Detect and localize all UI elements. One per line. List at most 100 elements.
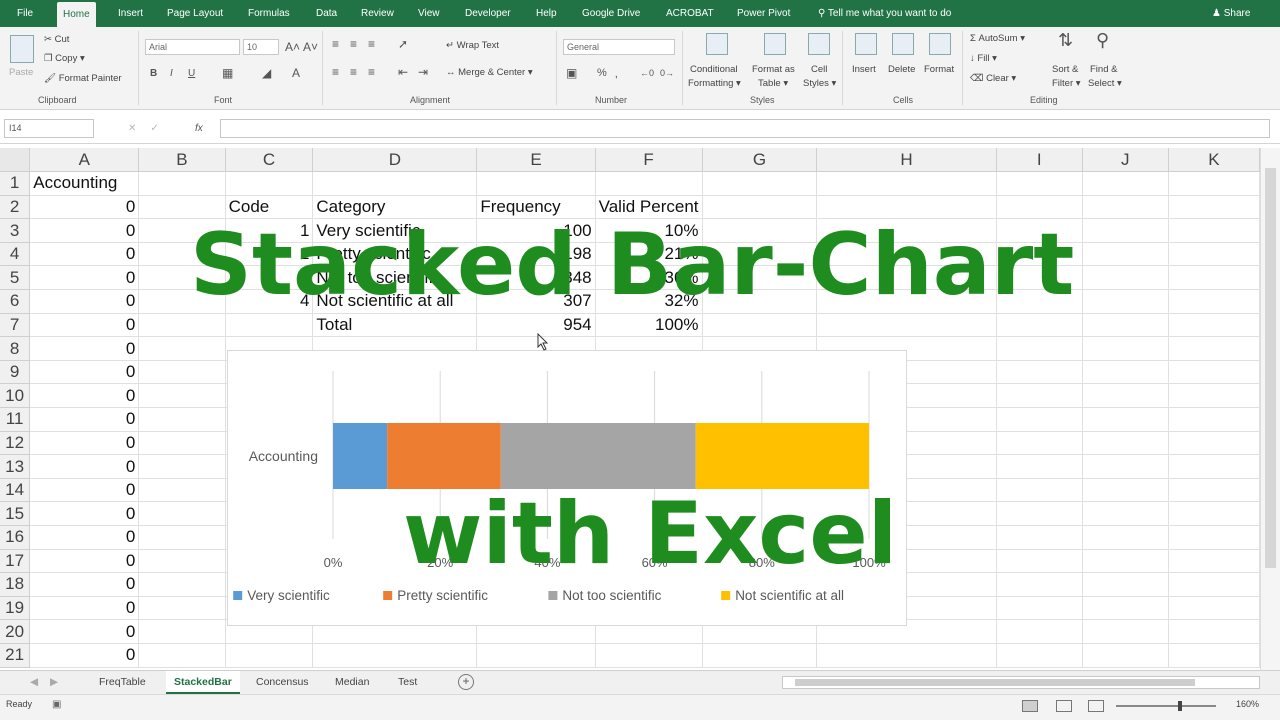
cell-h21[interactable] [816, 643, 997, 668]
row-header[interactable]: 13 [0, 454, 31, 479]
tab-formulas[interactable]: Formulas [248, 0, 290, 27]
cell-k13[interactable] [1168, 454, 1260, 479]
add-sheet-icon[interactable]: + [458, 674, 474, 690]
cell-a20[interactable]: 0 [29, 619, 140, 644]
sheet-tab-test[interactable]: Test [390, 671, 425, 694]
cell-k5[interactable] [1168, 265, 1260, 291]
cell-j11[interactable] [1082, 407, 1169, 432]
wrap-text-button[interactable]: ↵ Wrap Text [446, 40, 499, 51]
row-header[interactable]: 10 [0, 383, 31, 409]
format-painter-button[interactable]: 🖌 Format Painter [44, 73, 122, 84]
cell-k4[interactable] [1168, 242, 1260, 267]
grow-font-icon[interactable]: A˄ [285, 40, 300, 54]
cell-k1[interactable] [1168, 171, 1260, 196]
cell-e1[interactable] [476, 171, 596, 196]
cell-k17[interactable] [1168, 549, 1260, 574]
normal-view-icon[interactable] [1022, 700, 1038, 712]
cell-a5[interactable]: 0 [29, 265, 140, 291]
row-header[interactable]: 19 [0, 596, 31, 621]
cell-a19[interactable]: 0 [29, 596, 140, 621]
tab-insert[interactable]: Insert [118, 0, 143, 27]
column-header[interactable]: K [1168, 148, 1260, 173]
cell-h7[interactable] [816, 313, 997, 338]
cell-a9[interactable]: 0 [29, 360, 140, 385]
tab-file[interactable]: File [17, 0, 33, 27]
horizontal-scroll-thumb[interactable] [795, 679, 1195, 686]
row-header[interactable]: 21 [0, 643, 31, 668]
cell-a16[interactable]: 0 [29, 525, 140, 550]
cell-i15[interactable] [996, 501, 1083, 526]
next-sheet-icon[interactable]: ▶ [42, 671, 66, 694]
align-center-icon[interactable]: ≡ [350, 65, 357, 79]
page-break-view-icon[interactable] [1088, 700, 1104, 712]
cell-d1[interactable] [312, 171, 478, 196]
cell-k6[interactable] [1168, 289, 1260, 314]
tab-home[interactable]: Home [57, 2, 96, 27]
column-header[interactable]: C [225, 148, 314, 173]
column-header[interactable]: A [29, 148, 140, 173]
tab-google-drive[interactable]: Google Drive [582, 0, 640, 27]
font-color-icon[interactable]: A [292, 66, 300, 80]
column-header[interactable]: E [476, 148, 596, 173]
cell-j3[interactable] [1082, 218, 1169, 243]
zoom-slider[interactable] [1116, 701, 1216, 711]
cell-b12[interactable] [138, 431, 226, 456]
vertical-scrollbar[interactable] [1260, 148, 1280, 670]
tab-data[interactable]: Data [316, 0, 337, 27]
row-header[interactable]: 18 [0, 572, 31, 597]
insert-cells-button[interactable]: Insert [852, 64, 876, 75]
cell-i14[interactable] [996, 478, 1083, 503]
cell-c7[interactable] [225, 313, 314, 338]
font-name-select[interactable]: Arial [145, 39, 240, 55]
row-header[interactable]: 16 [0, 525, 31, 550]
cell-j15[interactable] [1082, 501, 1169, 526]
cell-k21[interactable] [1168, 643, 1260, 668]
cell-j17[interactable] [1082, 549, 1169, 574]
bottom-align-icon[interactable]: ≡ [368, 37, 375, 51]
page-layout-view-icon[interactable] [1056, 700, 1072, 712]
row-header[interactable]: 6 [0, 289, 31, 314]
cell-b16[interactable] [138, 525, 226, 550]
cell-i16[interactable] [996, 525, 1083, 550]
cell-c1[interactable] [225, 171, 314, 196]
row-header[interactable]: 9 [0, 360, 31, 385]
format-as-table-button[interactable]: Format as [752, 64, 795, 75]
cell-f1[interactable] [595, 171, 703, 196]
fill-button[interactable]: ↓ Fill ▾ [970, 53, 997, 64]
cell-i9[interactable] [996, 360, 1083, 385]
enter-icon[interactable]: ✓ [150, 123, 172, 134]
borders-icon[interactable]: ▦ [222, 66, 233, 80]
column-header[interactable]: F [595, 148, 703, 173]
cell-a18[interactable]: 0 [29, 572, 140, 597]
number-format-select[interactable]: General [563, 39, 675, 55]
cell-a2[interactable]: 0 [29, 195, 140, 220]
cell-j2[interactable] [1082, 195, 1169, 220]
cell-j4[interactable] [1082, 242, 1169, 267]
cell-a15[interactable]: 0 [29, 501, 140, 526]
conditional-formatting-icon[interactable] [706, 33, 728, 55]
italic-icon[interactable]: I [170, 67, 173, 81]
increase-decimal-icon[interactable]: ←0 [640, 66, 654, 80]
row-header[interactable]: 4 [0, 242, 31, 267]
cell-i1[interactable] [996, 171, 1083, 196]
tab-page-layout[interactable]: Page Layout [167, 0, 223, 27]
cell-i10[interactable] [996, 383, 1083, 409]
cell-i12[interactable] [996, 431, 1083, 456]
cell-e7[interactable]: 954 [476, 313, 596, 338]
row-header[interactable]: 14 [0, 478, 31, 503]
shrink-font-icon[interactable]: A˅ [303, 40, 318, 54]
cell-f21[interactable] [595, 643, 703, 668]
vertical-scroll-thumb[interactable] [1265, 168, 1276, 568]
merge-center-button[interactable]: ↔ Merge & Center ▾ [446, 67, 533, 78]
column-header[interactable]: J [1082, 148, 1169, 173]
zoom-slider-knob[interactable] [1178, 701, 1182, 711]
insert-cells-icon[interactable] [855, 33, 877, 55]
tab-developer[interactable]: Developer [465, 0, 511, 27]
decrease-indent-icon[interactable]: ⇤ [398, 65, 408, 79]
column-header[interactable]: B [138, 148, 226, 173]
cell-f7[interactable]: 100% [595, 313, 703, 338]
cell-a3[interactable]: 0 [29, 218, 140, 243]
paste-button[interactable]: Paste [9, 67, 33, 78]
cell-b11[interactable] [138, 407, 226, 432]
cell-b9[interactable] [138, 360, 226, 385]
